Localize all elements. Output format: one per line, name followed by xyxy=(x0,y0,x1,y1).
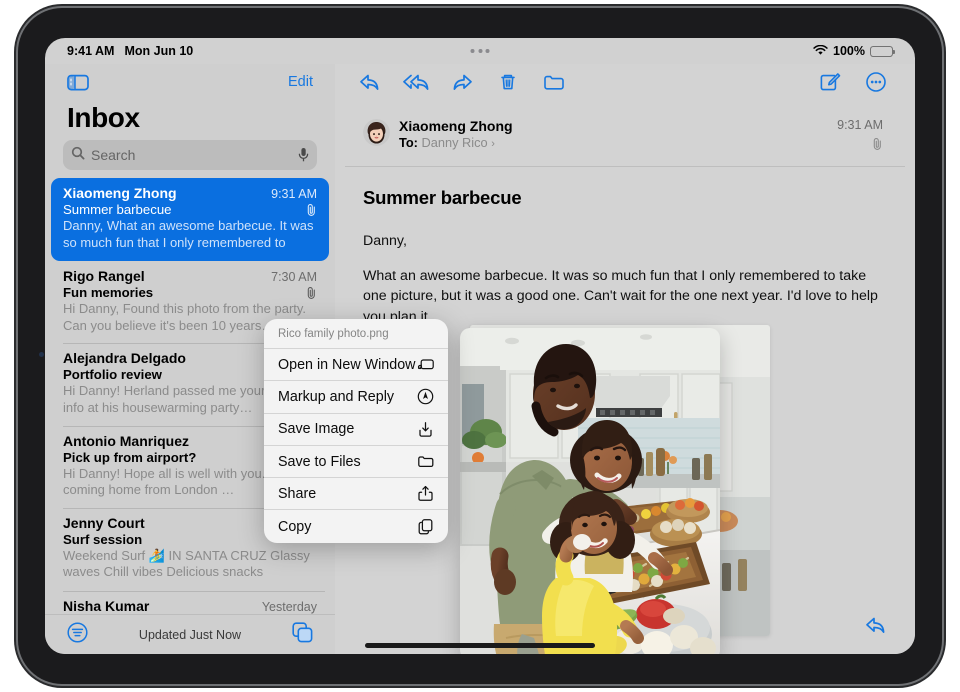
avatar xyxy=(363,119,390,146)
context-menu-item-share[interactable]: Share xyxy=(264,478,448,511)
battery-icon xyxy=(870,45,896,57)
markup-icon xyxy=(417,388,434,405)
filter-icon[interactable] xyxy=(67,621,88,648)
mail-sender: Jenny Court xyxy=(63,514,145,531)
mail-item-subject-row: Summer barbecue xyxy=(63,202,317,217)
body-paragraph: Danny, xyxy=(363,233,407,249)
sidebar-footer: Updated Just Now xyxy=(45,614,335,654)
mail-preview: Danny, What an awesome barbecue. It was … xyxy=(63,218,314,252)
paperclip-icon xyxy=(306,286,317,300)
paperclip-icon xyxy=(872,137,883,156)
mail-sender: Rigo Rangel xyxy=(63,268,145,284)
paperclip-icon xyxy=(306,203,317,217)
mail-subject: Surf session xyxy=(63,531,143,547)
microphone-icon[interactable] xyxy=(298,147,309,163)
trash-icon[interactable] xyxy=(495,71,525,95)
context-menu-item-label: Save to Files xyxy=(278,453,361,470)
context-menu-item-markup-and-reply[interactable]: Markup and Reply xyxy=(264,381,448,414)
status-bar-right: 100% xyxy=(813,44,896,58)
mail-item-header: Rigo Rangel 7:30 AM xyxy=(63,268,317,284)
ipad-device-frame: 9:41 AM Mon Jun 10 100% Edit Inbox Searc… xyxy=(18,8,942,684)
context-menu-item-label: Copy xyxy=(278,518,312,535)
ipad-screen: 9:41 AM Mon Jun 10 100% Edit Inbox Searc… xyxy=(45,38,915,654)
mail-sender: Xiaomeng Zhong xyxy=(63,185,177,201)
forward-icon[interactable] xyxy=(449,71,479,95)
new-window-icon xyxy=(417,356,434,373)
search-input[interactable]: Search xyxy=(63,140,317,170)
sidebar-toggle-icon[interactable] xyxy=(67,74,89,91)
search-icon xyxy=(71,146,85,165)
recipient-name: Danny Rico xyxy=(421,135,488,150)
context-menu-item-label: Save Image xyxy=(278,421,355,438)
multitask-handle-icon[interactable] xyxy=(470,49,490,53)
home-indicator[interactable] xyxy=(365,643,595,648)
mail-preview: Weekend Surf 🏄 IN SANTA CRUZ Glassy wave… xyxy=(63,547,310,582)
save-image-icon xyxy=(417,421,434,438)
body-paragraph: What an awesome barbecue. It was so much… xyxy=(363,267,878,326)
context-menu-item-label: Share xyxy=(278,485,317,502)
recipient-line[interactable]: To: Danny Rico › xyxy=(399,135,513,150)
context-menu-item-label: Markup and Reply xyxy=(278,388,395,405)
recipient-label: To: xyxy=(399,135,418,150)
compose-icon[interactable] xyxy=(817,71,847,95)
message-toolbar xyxy=(335,64,915,102)
sender-block: Xiaomeng Zhong To: Danny Rico › xyxy=(399,118,513,150)
front-camera xyxy=(39,352,44,357)
context-menu-filename: Rico family photo.png xyxy=(264,319,448,349)
message-meta: 9:31 AM xyxy=(837,118,883,156)
context-menu-item-save-image[interactable]: Save Image xyxy=(264,414,448,446)
sender-name: Xiaomeng Zhong xyxy=(399,118,513,134)
attachment-context-menu[interactable]: Rico family photo.png Open in New Window… xyxy=(264,319,448,543)
reply-icon[interactable] xyxy=(357,71,387,95)
context-menu-item-open-in-new-window[interactable]: Open in New Window xyxy=(264,349,448,382)
wifi-icon xyxy=(813,44,828,58)
context-menu-item-copy[interactable]: Copy xyxy=(264,510,448,542)
search-container: Search xyxy=(45,140,335,178)
multiple-windows-icon[interactable] xyxy=(292,621,313,648)
mail-item-header: Nisha Kumar Yesterday xyxy=(63,598,317,614)
mail-sender: Alejandra Delgado xyxy=(63,350,186,367)
mail-subject: Portfolio review xyxy=(63,367,162,383)
update-status-label: Updated Just Now xyxy=(138,627,242,642)
mail-sender: Nisha Kumar xyxy=(63,597,150,614)
share-icon xyxy=(417,485,434,502)
folder-icon xyxy=(417,453,434,470)
message-body: Summer barbecue Danny, What an awesome b… xyxy=(345,167,905,328)
mail-item-subject-row: Fun memories xyxy=(63,285,317,300)
mail-time: 9:31 AM xyxy=(271,187,317,201)
chevron-right-icon: › xyxy=(491,138,495,150)
mail-list-item[interactable]: Xiaomeng Zhong 9:31 AM Summer barbecue Dann… xyxy=(51,178,329,261)
mail-subject: Summer barbecue xyxy=(63,202,172,217)
reply-button[interactable] xyxy=(863,614,889,636)
device-bezel: 9:41 AM Mon Jun 10 100% Edit Inbox Searc… xyxy=(45,38,915,654)
status-time: 9:41 AM xyxy=(67,44,115,58)
edit-button[interactable]: Edit xyxy=(288,74,313,90)
folder-icon[interactable] xyxy=(541,71,571,95)
more-ellipsis-icon[interactable] xyxy=(863,71,893,95)
attachment-drag-preview[interactable] xyxy=(460,328,720,654)
mail-subject: Pick up from airport? xyxy=(63,449,197,465)
mail-sender: Antonio Manriquez xyxy=(63,432,189,449)
page-title: Inbox xyxy=(67,102,140,133)
sidebar-header: Edit xyxy=(45,64,335,100)
mail-subject: Fun memories xyxy=(63,285,154,300)
mail-item-header: Xiaomeng Zhong 9:31 AM xyxy=(63,185,317,201)
mail-list-item[interactable]: Nisha KumarYesterdaySunday brunchHey Dan… xyxy=(51,590,329,614)
message-time: 9:31 AM xyxy=(837,118,883,132)
message-header: Xiaomeng Zhong To: Danny Rico › 9:31 AM xyxy=(345,104,905,167)
list-separator xyxy=(63,590,325,592)
search-placeholder: Search xyxy=(91,147,136,163)
message-subject: Summer barbecue xyxy=(363,187,522,208)
context-menu-item-save-to-files[interactable]: Save to Files xyxy=(264,446,448,479)
status-date: Mon Jun 10 xyxy=(124,44,194,58)
reply-all-icon[interactable] xyxy=(403,71,433,95)
status-bar-left: 9:41 AM Mon Jun 10 xyxy=(67,44,193,58)
mail-time: 7:30 AM xyxy=(271,270,317,284)
mail-time: Yesterday xyxy=(261,599,317,614)
copy-icon xyxy=(417,518,434,535)
battery-percent-label: 100% xyxy=(833,44,865,58)
context-menu-item-label: Open in New Window xyxy=(278,356,416,373)
